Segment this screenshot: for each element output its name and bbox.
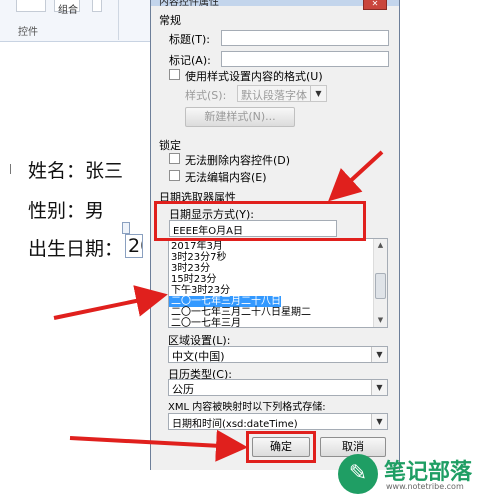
use-style-label: 使用样式设置内容的格式(U)	[185, 70, 323, 83]
new-style-button: 新建样式(N)...	[185, 107, 295, 127]
close-button[interactable]: ✕	[363, 0, 387, 10]
list-item[interactable]: 二〇一七年三月	[171, 318, 241, 327]
xml-format-label: XML 内容被映射时以下列格式存储:	[168, 402, 326, 413]
tag-label: 标记(A):	[169, 54, 211, 67]
ribbon-group-label: 控件	[18, 27, 38, 38]
title-label: 标题(T):	[169, 33, 211, 46]
list-item[interactable]: 二〇一七年三月二十八日星期二	[171, 307, 311, 318]
word-ribbon: 组合 控件	[0, 0, 152, 42]
title-input[interactable]	[221, 30, 389, 46]
ribbon-separator	[118, 0, 119, 40]
calendar-select[interactable]: 公历 ▼	[168, 379, 388, 396]
tag-input[interactable]	[221, 51, 389, 67]
chevron-down-icon[interactable]: ▼	[371, 414, 387, 429]
list-item[interactable]: 2017年3月	[171, 241, 223, 252]
ribbon-dropdown-button[interactable]	[92, 0, 102, 12]
doc-line-gender[interactable]: 性别：男	[28, 196, 104, 223]
scroll-up-icon[interactable]: ▲	[374, 239, 387, 252]
margin-mark	[10, 164, 11, 174]
ribbon-combine-label: 组合	[58, 5, 78, 16]
chevron-down-icon[interactable]: ▼	[371, 380, 387, 395]
date-format-list[interactable]: 2017年3月 3时23分7秒 3时23分 15时23分 下午3时23分 二〇一七年三月二…	[168, 238, 388, 328]
list-item[interactable]: 3时23分7秒	[171, 252, 226, 263]
no-delete-checkbox[interactable]	[169, 153, 180, 164]
pencil-icon: ✎	[338, 454, 378, 494]
style-label: 样式(S):	[185, 89, 227, 102]
chevron-down-icon: ▼	[310, 86, 326, 101]
general-section-title: 常规	[159, 14, 181, 27]
no-delete-label: 无法删除内容控件(D)	[185, 154, 291, 167]
locking-section-title: 锁定	[159, 139, 181, 152]
dialog-title: 内容控件属性	[159, 0, 219, 8]
xml-format-select[interactable]: 日期和时间(xsd:dateTime) ▼	[168, 413, 388, 430]
doc-line-name[interactable]: 姓名：张三	[28, 156, 123, 183]
list-scrollbar[interactable]: ▲ ▼	[373, 239, 387, 327]
list-item-selected[interactable]: 二〇一七年三月二十八日	[169, 296, 281, 307]
watermark-url: www.notetribe.com	[386, 482, 464, 491]
birthdate-label: 出生日期：	[28, 238, 124, 260]
ribbon-control-button[interactable]	[16, 0, 46, 12]
xml-format-select-value: 日期和时间(xsd:dateTime)	[172, 419, 298, 430]
annotation-box-ok	[246, 431, 316, 463]
no-edit-checkbox[interactable]	[169, 170, 180, 181]
locale-select[interactable]: 中文(中国) ▼	[168, 346, 388, 363]
annotation-box-date-format	[154, 201, 366, 241]
document-page[interactable]	[0, 42, 152, 500]
style-select-value: 默认段落字体	[241, 89, 307, 102]
dialog-titlebar[interactable]: 内容控件属性	[151, 0, 399, 8]
date-content-control[interactable]: 20	[125, 234, 144, 258]
use-style-checkbox[interactable]	[169, 69, 180, 80]
no-edit-label: 无法编辑内容(E)	[185, 171, 267, 184]
scroll-thumb[interactable]	[375, 273, 386, 299]
list-item[interactable]: 3时23分	[171, 263, 210, 274]
doc-line-birthdate[interactable]: 出生日期：20	[28, 234, 144, 261]
watermark: ✎ 笔记部落 www.notetribe.com	[330, 448, 500, 500]
list-item[interactable]: 下午3时23分	[171, 285, 230, 296]
locale-select-value: 中文(中国)	[172, 350, 225, 363]
list-item[interactable]: 15时23分	[171, 274, 216, 285]
new-style-label: 新建样式(N)...	[204, 110, 276, 123]
scroll-down-icon[interactable]: ▼	[374, 314, 387, 327]
calendar-select-value: 公历	[172, 383, 194, 396]
chevron-down-icon[interactable]: ▼	[371, 347, 387, 362]
content-control-handle[interactable]	[122, 222, 130, 234]
style-select: 默认段落字体 ▼	[237, 85, 327, 102]
